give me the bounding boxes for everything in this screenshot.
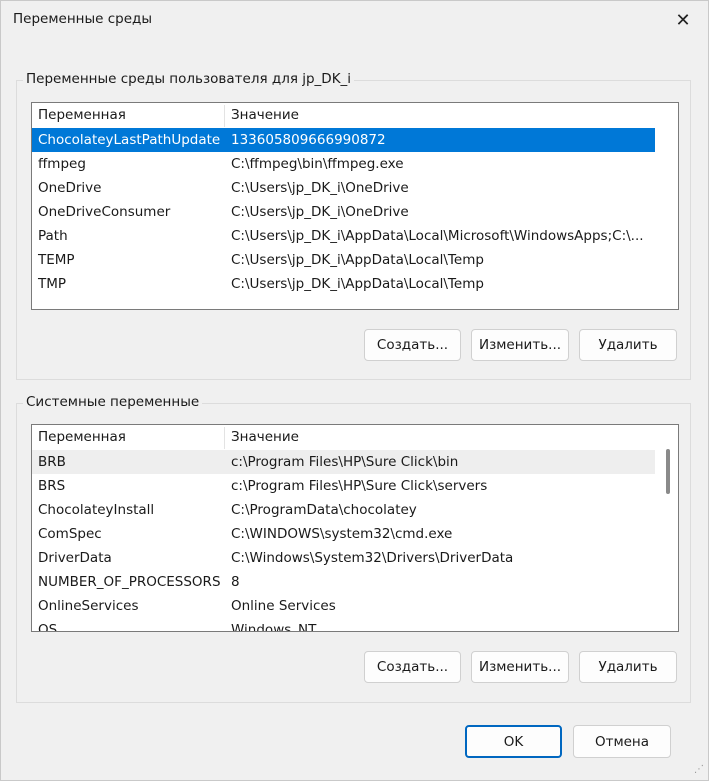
user-variables-label: Переменные среды пользователя для jp_DK_… xyxy=(23,71,355,87)
variable-value: C:\Users\jp_DK_i\AppData\Local\Microsoft… xyxy=(231,228,644,244)
user-variables-group: Переменные среды пользователя для jp_DK_… xyxy=(16,71,691,380)
variable-name: ChocolateyLastPathUpdate xyxy=(38,132,221,148)
system-variables-group: Системные переменные Переменная Значение… xyxy=(16,394,691,703)
resize-grip-icon[interactable]: ⋰ xyxy=(692,764,704,776)
table-row[interactable]: TMP C:\Users\jp_DK_i\AppData\Local\Temp xyxy=(32,272,678,296)
table-row[interactable]: Path C:\Users\jp_DK_i\AppData\Local\Micr… xyxy=(32,224,678,248)
column-separator[interactable] xyxy=(224,105,225,127)
variable-value: C:\Windows\System32\Drivers\DriverData xyxy=(231,550,514,566)
table-row[interactable]: ChocolateyInstall C:\ProgramData\chocola… xyxy=(32,498,678,522)
variable-name: DriverData xyxy=(38,550,112,566)
table-row[interactable]: OS Windows_NT xyxy=(32,618,678,632)
variable-value: Online Services xyxy=(231,598,336,614)
user-delete-button[interactable]: Удалить xyxy=(579,329,677,361)
variable-value: C:\ffmpeg\bin\ffmpeg.exe xyxy=(231,156,404,172)
system-delete-button[interactable]: Удалить xyxy=(579,651,677,683)
list-header: Переменная Значение xyxy=(32,425,678,450)
variable-value: C:\Users\jp_DK_i\AppData\Local\Temp xyxy=(231,252,484,268)
ok-button[interactable]: OK xyxy=(465,725,562,758)
table-row[interactable]: ComSpec C:\WINDOWS\system32\cmd.exe xyxy=(32,522,678,546)
table-row[interactable]: ffmpeg C:\ffmpeg\bin\ffmpeg.exe xyxy=(32,152,678,176)
variable-name: OnlineServices xyxy=(38,598,139,614)
variable-name: OneDrive xyxy=(38,180,102,196)
variable-name: ChocolateyInstall xyxy=(38,502,155,518)
scrollbar-thumb[interactable] xyxy=(666,449,670,494)
table-row[interactable]: BRB c:\Program Files\HP\Sure Click\bin xyxy=(32,450,655,474)
user-variables-list[interactable]: Переменная Значение ChocolateyLastPathUp… xyxy=(31,102,679,310)
variable-name: ComSpec xyxy=(38,526,102,542)
table-row[interactable]: BRS c:\Program Files\HP\Sure Click\serve… xyxy=(32,474,678,498)
title-bar[interactable]: Переменные среды ✕ xyxy=(1,1,708,39)
window-title: Переменные среды xyxy=(13,11,153,27)
table-row[interactable]: NUMBER_OF_PROCESSORS 8 xyxy=(32,570,678,594)
variable-value: C:\WINDOWS\system32\cmd.exe xyxy=(231,526,453,542)
list-header: Переменная Значение xyxy=(32,103,678,128)
variable-value: 8 xyxy=(231,574,240,590)
system-edit-button[interactable]: Изменить... xyxy=(471,651,569,683)
variable-value: 133605809666990872 xyxy=(231,132,386,148)
table-row[interactable]: ChocolateyLastPathUpdate 133605809666990… xyxy=(32,128,655,152)
close-icon[interactable]: ✕ xyxy=(666,5,700,35)
system-create-button[interactable]: Создать... xyxy=(364,651,461,683)
variable-name: OS xyxy=(38,622,58,632)
column-header-value[interactable]: Значение xyxy=(231,103,299,128)
variable-name: BRS xyxy=(38,478,66,494)
variable-name: ffmpeg xyxy=(38,156,86,172)
variable-value: C:\ProgramData\chocolatey xyxy=(231,502,417,518)
table-row[interactable]: OnlineServices Online Services xyxy=(32,594,678,618)
cancel-button[interactable]: Отмена xyxy=(573,725,671,758)
user-edit-button[interactable]: Изменить... xyxy=(471,329,569,361)
variable-value: Windows_NT xyxy=(231,622,317,632)
column-header-name[interactable]: Переменная xyxy=(38,103,126,128)
table-row[interactable]: TEMP C:\Users\jp_DK_i\AppData\Local\Temp xyxy=(32,248,678,272)
column-header-value[interactable]: Значение xyxy=(231,425,299,450)
variable-name: NUMBER_OF_PROCESSORS xyxy=(38,574,221,590)
user-create-button[interactable]: Создать... xyxy=(364,329,461,361)
variable-value: c:\Program Files\HP\Sure Click\bin xyxy=(231,454,459,470)
variable-name: BRB xyxy=(38,454,66,470)
environment-variables-dialog: Переменные среды ✕ Переменные среды поль… xyxy=(0,0,709,781)
column-separator[interactable] xyxy=(224,427,225,449)
variable-value: c:\Program Files\HP\Sure Click\servers xyxy=(231,478,488,494)
variable-value: C:\Users\jp_DK_i\OneDrive xyxy=(231,204,409,220)
variable-name: OneDriveConsumer xyxy=(38,204,171,220)
system-variables-label: Системные переменные xyxy=(23,394,203,410)
variable-name: TEMP xyxy=(38,252,75,268)
table-row[interactable]: OneDriveConsumer C:\Users\jp_DK_i\OneDri… xyxy=(32,200,678,224)
variable-value: C:\Users\jp_DK_i\AppData\Local\Temp xyxy=(231,276,484,292)
variable-name: Path xyxy=(38,228,68,244)
table-row[interactable]: OneDrive C:\Users\jp_DK_i\OneDrive xyxy=(32,176,678,200)
variable-name: TMP xyxy=(38,276,67,292)
table-row[interactable]: DriverData C:\Windows\System32\Drivers\D… xyxy=(32,546,678,570)
column-header-name[interactable]: Переменная xyxy=(38,425,126,450)
variable-value: C:\Users\jp_DK_i\OneDrive xyxy=(231,180,409,196)
vertical-scrollbar[interactable] xyxy=(657,425,678,631)
system-variables-list[interactable]: Переменная Значение BRB c:\Program Files… xyxy=(31,424,679,632)
